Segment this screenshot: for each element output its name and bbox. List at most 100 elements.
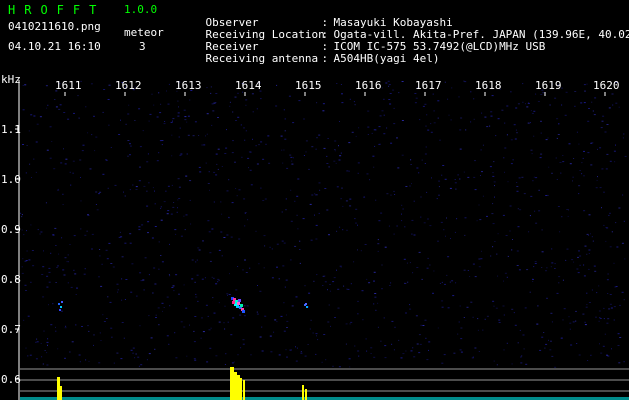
noise-speckle xyxy=(154,283,157,285)
noise-speckle xyxy=(339,155,342,157)
noise-speckle xyxy=(258,144,260,146)
noise-speckle xyxy=(41,274,44,275)
noise-speckle xyxy=(46,364,49,366)
noise-speckle xyxy=(410,164,412,165)
noise-speckle xyxy=(192,135,195,137)
noise-speckle xyxy=(299,262,301,264)
noise-speckle xyxy=(530,149,533,151)
noise-speckle xyxy=(380,212,383,214)
noise-speckle xyxy=(305,151,307,153)
noise-speckle xyxy=(216,163,218,165)
noise-speckle xyxy=(386,193,389,195)
noise-speckle xyxy=(284,286,286,288)
noise-speckle xyxy=(611,348,612,350)
noise-speckle xyxy=(391,320,394,322)
noise-speckle xyxy=(427,257,429,259)
noise-speckle xyxy=(456,218,458,220)
noise-speckle xyxy=(183,326,186,328)
noise-speckle xyxy=(47,344,48,346)
noise-speckle xyxy=(184,119,187,121)
noise-speckle xyxy=(474,160,476,162)
noise-speckle xyxy=(588,302,591,303)
noise-speckle xyxy=(489,166,492,168)
noise-speckle xyxy=(220,201,222,203)
noise-speckle xyxy=(607,273,609,275)
noise-speckle xyxy=(591,236,593,238)
noise-speckle xyxy=(151,237,154,239)
noise-speckle xyxy=(391,343,393,345)
noise-speckle xyxy=(259,290,262,292)
noise-speckle xyxy=(290,259,292,261)
noise-speckle xyxy=(385,82,388,84)
noise-speckle xyxy=(42,363,44,365)
noise-speckle xyxy=(383,98,385,100)
noise-speckle xyxy=(526,106,529,108)
noise-speckle xyxy=(315,194,317,196)
noise-speckle xyxy=(69,351,71,353)
noise-speckle xyxy=(411,219,414,221)
noise-speckle xyxy=(107,99,110,100)
noise-speckle xyxy=(26,145,28,146)
noise-speckle xyxy=(264,198,267,200)
noise-speckle xyxy=(206,87,208,89)
noise-speckle xyxy=(451,280,454,282)
noise-speckle xyxy=(609,294,612,295)
noise-speckle xyxy=(284,130,286,132)
noise-speckle xyxy=(218,279,220,281)
noise-speckle xyxy=(217,281,219,283)
noise-speckle xyxy=(211,124,213,126)
noise-speckle xyxy=(342,205,344,207)
meteor-echo-dot xyxy=(60,306,62,308)
noise-speckle xyxy=(169,243,170,245)
y-tick-label: 0.6 xyxy=(1,373,21,386)
noise-speckle xyxy=(23,234,25,236)
noise-speckle xyxy=(315,238,318,240)
noise-speckle xyxy=(205,304,208,306)
noise-speckle xyxy=(296,347,298,349)
noise-speckle xyxy=(23,319,25,321)
noise-speckle xyxy=(565,259,567,261)
noise-speckle xyxy=(490,255,492,257)
noise-speckle xyxy=(528,231,530,233)
noise-speckle xyxy=(199,171,202,173)
noise-speckle xyxy=(377,250,379,252)
noise-speckle xyxy=(198,166,201,168)
noise-speckle xyxy=(208,171,210,173)
noise-speckle xyxy=(250,184,253,186)
noise-speckle xyxy=(497,118,500,120)
noise-speckle xyxy=(492,223,495,225)
noise-speckle xyxy=(73,269,75,271)
noise-speckle xyxy=(69,244,71,245)
noise-speckle xyxy=(397,167,400,169)
meteor-echo-dot xyxy=(59,309,61,311)
noise-speckle xyxy=(327,321,330,323)
noise-speckle xyxy=(152,292,154,294)
noise-speckle xyxy=(138,108,141,110)
noise-speckle xyxy=(32,265,35,267)
noise-speckle xyxy=(326,209,329,211)
noise-speckle xyxy=(76,287,78,289)
noise-speckle xyxy=(555,157,557,159)
y-tick-label: 0.9 xyxy=(1,223,21,236)
noise-speckle xyxy=(221,213,223,215)
noise-speckle xyxy=(314,214,315,216)
noise-speckle xyxy=(545,139,548,141)
noise-speckle xyxy=(311,194,314,196)
noise-speckle xyxy=(160,206,162,208)
noise-speckle xyxy=(561,216,563,218)
noise-speckle xyxy=(202,240,204,242)
noise-speckle xyxy=(409,308,412,310)
noise-speckle xyxy=(587,360,589,361)
noise-speckle xyxy=(98,362,101,364)
noise-speckle xyxy=(264,245,266,247)
noise-speckle xyxy=(405,350,407,352)
noise-speckle xyxy=(179,154,182,156)
noise-speckle xyxy=(215,283,218,285)
noise-speckle xyxy=(141,224,144,226)
noise-speckle xyxy=(243,127,245,129)
noise-speckle xyxy=(566,209,569,210)
noise-speckle xyxy=(558,123,560,124)
noise-speckle xyxy=(381,264,383,266)
noise-speckle xyxy=(426,267,429,269)
noise-speckle xyxy=(568,316,570,318)
